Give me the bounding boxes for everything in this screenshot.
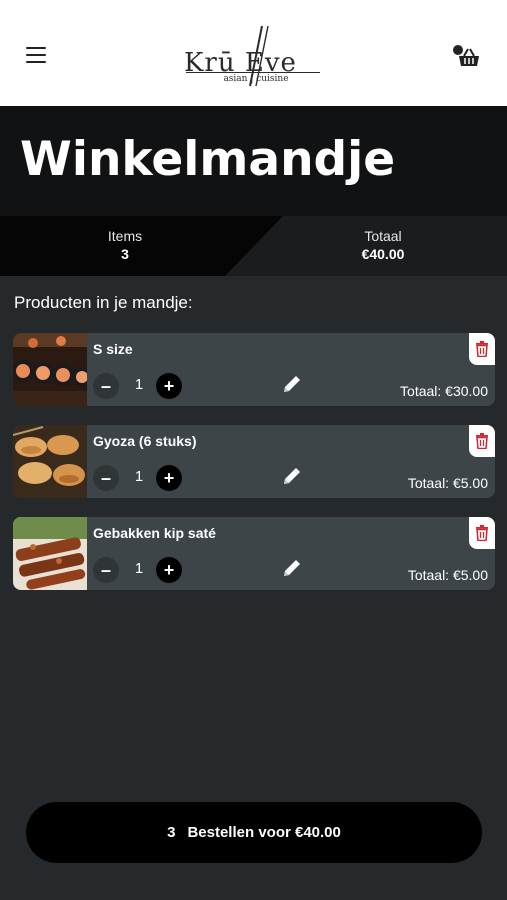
decrease-quantity-button[interactable]: – [93,557,119,583]
order-item-count: 3 [167,824,176,841]
pencil-edit-icon[interactable] [281,373,303,395]
place-order-button[interactable]: 3 Bestellen voor €40.00 [26,802,482,863]
pencil-edit-icon[interactable] [281,465,303,487]
quantity-value: 1 [134,560,144,577]
items-stat: Items 3 [0,228,250,263]
product-image-gyoza [13,425,87,498]
product-image-sushi [13,333,87,406]
product-total: Totaal: €5.00 [407,475,488,491]
product-total: Totaal: €30.00 [400,383,488,399]
products-section-label: Producten in je mandje: [14,293,193,312]
logo-subtitle: asian | cuisine [223,74,289,84]
product-total: Totaal: €5.00 [407,567,488,583]
total-amount: €40.00 [361,246,405,262]
trash-icon [476,525,488,541]
order-button-label: Bestellen voor €40.00 [187,824,341,841]
increase-quantity-button[interactable]: + [156,373,182,399]
items-label: Items [107,228,143,244]
hamburger-menu-icon[interactable] [26,47,46,67]
cart-summary: Items 3 Totaal €40.00 [0,216,507,276]
decrease-quantity-button[interactable]: – [93,373,119,399]
delete-item-button[interactable] [469,517,495,549]
trash-icon [476,341,488,357]
product-name: S size [93,341,133,357]
increase-quantity-button[interactable]: + [156,465,182,491]
trash-icon [476,433,488,449]
pencil-edit-icon[interactable] [281,557,303,579]
product-name: Gebakken kip saté [93,525,216,541]
title-bar: Winkelmandje [0,106,507,216]
total-label: Totaal [364,228,402,244]
logo-text: Krū Eve [184,48,297,78]
app-header: Krū Eve asian | cuisine [0,0,507,106]
cart-item: Gebakken kip saté – 1 + Totaal: €5.00 [13,517,495,590]
shopping-basket-icon[interactable] [452,44,482,70]
quantity-value: 1 [134,468,144,485]
page-title: Winkelmandje [20,132,396,187]
logo-underline [186,72,320,73]
product-name: Gyoza (6 stuks) [93,433,197,449]
product-image-chicken-skewers [13,517,87,590]
decrease-quantity-button[interactable]: – [93,465,119,491]
increase-quantity-button[interactable]: + [156,557,182,583]
quantity-value: 1 [134,376,144,393]
restaurant-logo: Krū Eve asian | cuisine [180,24,330,88]
total-stat: Totaal €40.00 [258,228,507,263]
cart-item: S size – 1 + Totaal: €30.00 [13,333,495,406]
cart-item: Gyoza (6 stuks) – 1 + Totaal: €5.00 [13,425,495,498]
items-count: 3 [121,246,129,262]
delete-item-button[interactable] [469,425,495,457]
delete-item-button[interactable] [469,333,495,365]
